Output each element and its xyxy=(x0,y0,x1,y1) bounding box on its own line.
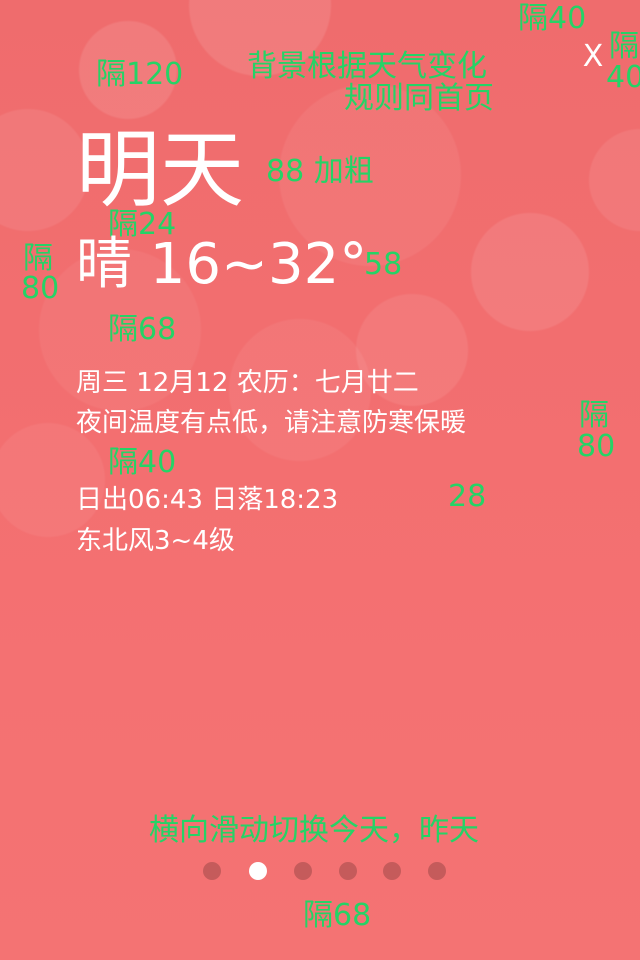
condition-temperature: 晴 16~32° xyxy=(76,232,368,297)
right-gap-annotation-line-2: 80 xyxy=(577,429,616,464)
gap-68-bottom-annotation: 隔68 xyxy=(303,898,372,933)
info-size-annotation: 28 xyxy=(448,479,487,514)
background-note-line-2: 规则同首页 xyxy=(344,81,494,116)
background-note-line-1: 背景根据天气变化 xyxy=(247,49,487,84)
day-title: 明天 xyxy=(76,121,245,219)
page-dot-1[interactable] xyxy=(203,862,221,880)
title-size-annotation: 88 加粗 xyxy=(266,154,374,189)
gap-68-upper-annotation: 隔68 xyxy=(108,312,177,347)
close-gap-annotation-line-1: 隔 xyxy=(609,29,639,64)
close-button[interactable]: X xyxy=(581,42,605,72)
page-dot-4[interactable] xyxy=(339,862,357,880)
temperature-size-annotation: 58 xyxy=(364,247,403,282)
right-gap-annotation-line-1: 隔 xyxy=(579,398,609,433)
left-gap-annotation-line-2: 80 xyxy=(21,271,60,306)
top-gap-right-annotation: 隔40 xyxy=(518,1,587,36)
page-dot-2[interactable] xyxy=(249,862,267,880)
close-gap-annotation-line-2: 40 xyxy=(606,60,640,95)
temperature-tip-line: 夜间温度有点低，请注意防寒保暖 xyxy=(76,408,467,438)
page-dot-5[interactable] xyxy=(383,862,401,880)
left-gap-annotation-line-1: 隔 xyxy=(23,241,53,276)
date-lunar-line: 周三 12月12 农历：七月廿二 xyxy=(76,368,419,398)
swipe-note-annotation: 横向滑动切换今天，昨天 xyxy=(149,813,479,848)
page-dot-6[interactable] xyxy=(428,862,446,880)
sunrise-sunset-line: 日出06:43 日落18:23 xyxy=(76,485,339,515)
gap-120-annotation: 隔120 xyxy=(96,57,184,92)
page-dot-3[interactable] xyxy=(294,862,312,880)
page-indicator xyxy=(203,862,448,882)
gap-40-middle-annotation: 隔40 xyxy=(108,445,177,480)
wind-line: 东北风3~4级 xyxy=(76,526,235,556)
